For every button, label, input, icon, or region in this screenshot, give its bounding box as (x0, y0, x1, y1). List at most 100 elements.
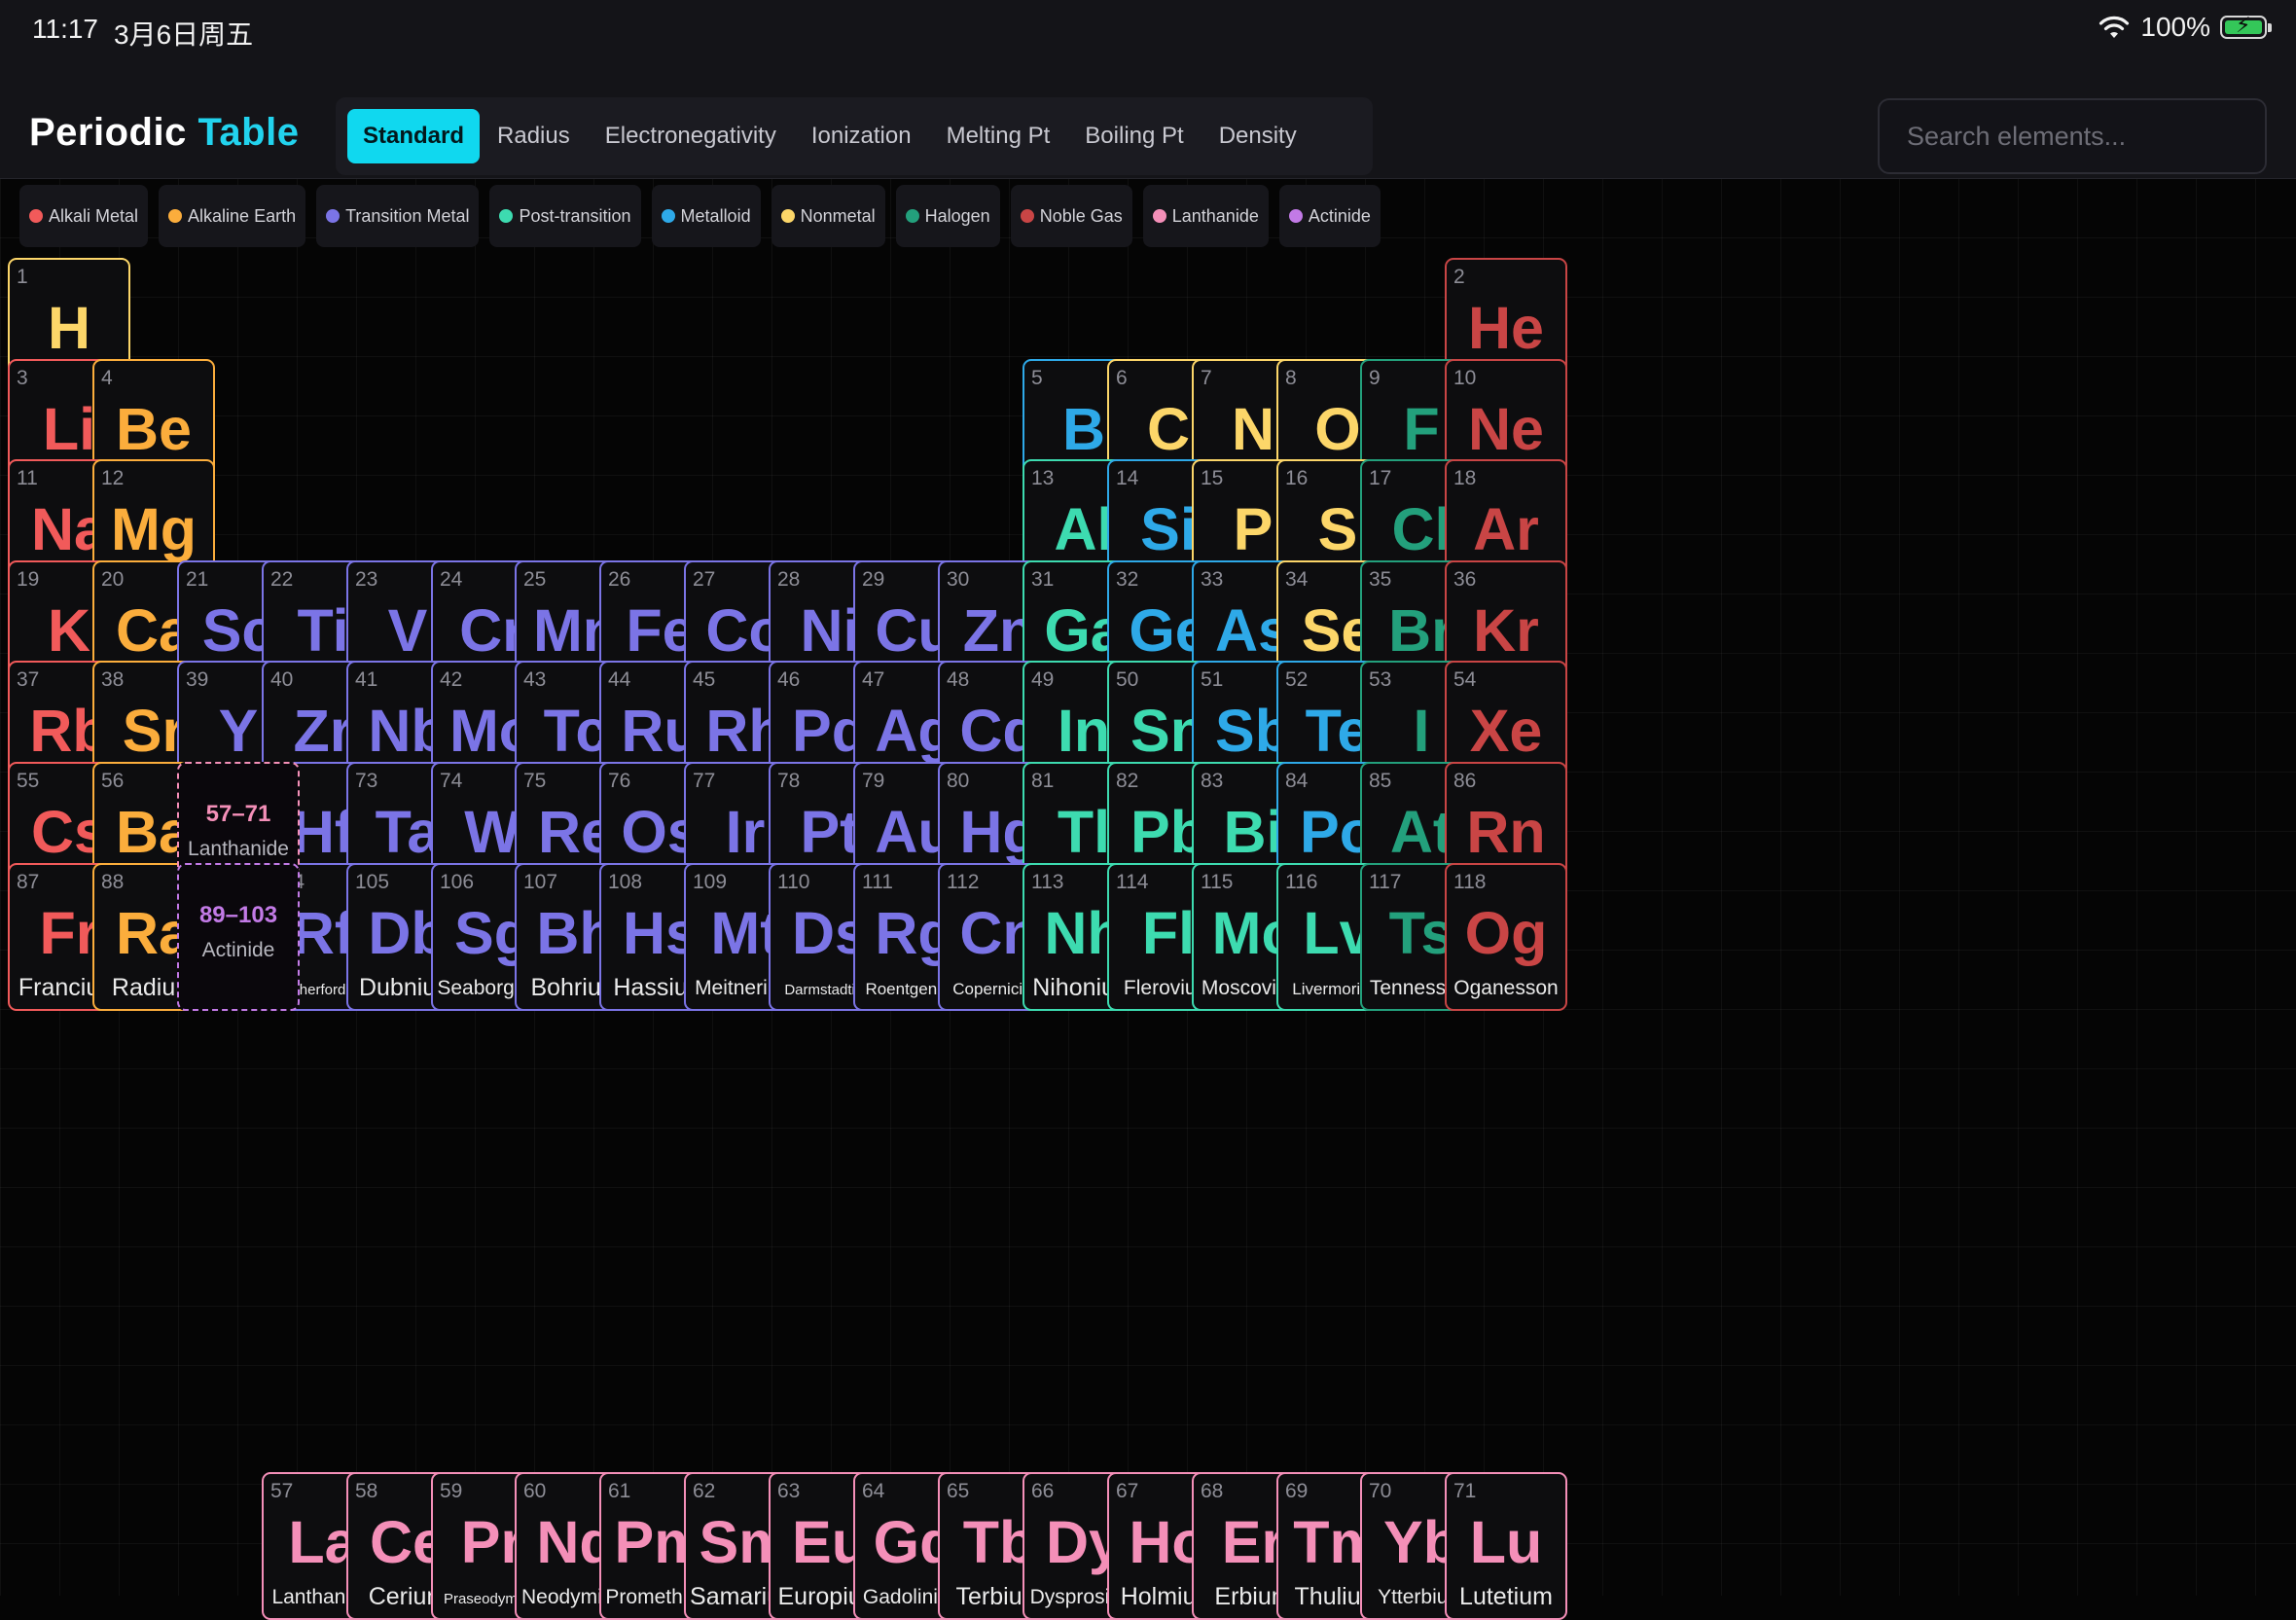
legend-chip-lanthanide[interactable]: Lanthanide (1142, 185, 1269, 247)
legend-chip-halogen[interactable]: Halogen (895, 185, 1000, 247)
legend-dot-icon (499, 209, 514, 223)
battery-percent: 100% (2140, 12, 2210, 42)
atomic-number: 3 (17, 367, 28, 389)
atomic-number: 38 (101, 668, 125, 691)
atomic-number: 4 (101, 367, 113, 389)
atomic-number: 43 (523, 668, 547, 691)
atomic-number: 75 (523, 770, 547, 792)
legend-label: Actinide (1308, 205, 1371, 226)
atomic-number: 42 (440, 668, 463, 691)
atomic-number: 51 (1201, 668, 1224, 691)
atomic-number: 50 (1116, 668, 1139, 691)
atomic-number: 73 (355, 770, 378, 792)
element-oganesson[interactable]: 118 Og Oganesson (1445, 863, 1567, 1011)
legend-chip-alkali[interactable]: Alkali Metal (19, 185, 149, 247)
element-symbol: Ar (1473, 496, 1539, 562)
legend-chip-post[interactable]: Post-transition (489, 185, 641, 247)
atomic-number: 33 (1201, 568, 1224, 591)
status-indicators: 100% ⚡ (2098, 12, 2272, 43)
atomic-number: 46 (777, 668, 801, 691)
atomic-number: 106 (440, 871, 475, 893)
legend-label: Nonmetal (800, 205, 876, 226)
search-input[interactable] (1878, 98, 2267, 174)
atomic-number: 49 (1031, 668, 1055, 691)
battery-icon: ⚡ (2220, 15, 2272, 39)
tab-boiling-pt[interactable]: Boiling Pt (1067, 109, 1201, 163)
atomic-number: 66 (1031, 1480, 1055, 1502)
atomic-number: 41 (355, 668, 378, 691)
atomic-number: 82 (1116, 770, 1139, 792)
tab-standard[interactable]: Standard (347, 109, 481, 163)
atomic-number: 30 (947, 568, 970, 591)
atomic-number: 15 (1201, 467, 1224, 489)
atomic-number: 65 (947, 1480, 970, 1502)
legend-chip-noble[interactable]: Noble Gas (1010, 185, 1132, 247)
atomic-number: 1 (17, 266, 28, 288)
tab-ionization[interactable]: Ionization (794, 109, 929, 163)
atomic-number: 67 (1116, 1480, 1139, 1502)
atomic-number: 24 (440, 568, 463, 591)
atomic-number: 26 (608, 568, 631, 591)
element-symbol: Og (1464, 900, 1548, 966)
atomic-number: 58 (355, 1480, 378, 1502)
legend-dot-icon (905, 209, 919, 223)
app-title-part1: Periodic (29, 111, 187, 154)
atomic-number: 56 (101, 770, 125, 792)
atomic-number: 7 (1201, 367, 1212, 389)
element-name: Oganesson (1453, 977, 1559, 999)
actinide-series-placeholder[interactable]: 89–103 Actinide (177, 863, 300, 1011)
atomic-number: 114 (1116, 871, 1149, 893)
legend-chip-alkaline[interactable]: Alkaline Earth (159, 185, 306, 247)
legend-dot-icon (29, 209, 43, 223)
series-range: 57–71 (205, 801, 271, 827)
tab-melting-pt[interactable]: Melting Pt (929, 109, 1068, 163)
legend-chip-actinide[interactable]: Actinide (1278, 185, 1381, 247)
atomic-number: 53 (1369, 668, 1392, 691)
legend-chip-nonmetal[interactable]: Nonmetal (771, 185, 885, 247)
atomic-number: 12 (101, 467, 125, 489)
element-symbol: H (47, 295, 91, 361)
atomic-number: 39 (186, 668, 209, 691)
atomic-number: 5 (1031, 367, 1043, 389)
atomic-number: 110 (777, 871, 810, 893)
legend-dot-icon (168, 209, 183, 223)
atomic-number: 68 (1201, 1480, 1224, 1502)
element-lutetium[interactable]: 71 Lu Lutetium (1445, 1472, 1567, 1620)
status-time: 11:17 (32, 14, 98, 44)
legend-dot-icon (780, 209, 795, 223)
element-symbol: Mg (110, 496, 197, 562)
legend-label: Metalloid (680, 205, 751, 226)
atomic-number: 62 (693, 1480, 716, 1502)
series-range: 89–103 (198, 902, 278, 928)
atomic-number: 76 (608, 770, 631, 792)
legend-dot-icon (1020, 209, 1034, 223)
legend-label: Lanthanide (1171, 205, 1259, 226)
tab-density[interactable]: Density (1202, 109, 1314, 163)
atomic-number: 14 (1116, 467, 1139, 489)
atomic-number: 74 (440, 770, 463, 792)
atomic-number: 87 (17, 871, 40, 893)
atomic-number: 19 (17, 568, 40, 591)
tab-electronegativity[interactable]: Electronegativity (588, 109, 794, 163)
app-title: Periodic Table (29, 111, 299, 155)
legend-label: Noble Gas (1039, 205, 1123, 226)
legend-chip-metalloid[interactable]: Metalloid (651, 185, 761, 247)
legend-chip-transition[interactable]: Transition Metal (316, 185, 480, 247)
atomic-number: 45 (693, 668, 716, 691)
atomic-number: 20 (101, 568, 125, 591)
element-symbol: Xe (1469, 698, 1543, 764)
element-symbol: He (1468, 295, 1544, 361)
element-symbol: Be (116, 396, 192, 462)
atomic-number: 35 (1369, 568, 1392, 591)
atomic-number: 108 (608, 871, 643, 893)
atomic-number: 111 (862, 871, 893, 893)
atomic-number: 23 (355, 568, 378, 591)
series-label: Actinide (201, 939, 275, 961)
atomic-number: 69 (1285, 1480, 1309, 1502)
legend-label: Post-transition (519, 205, 631, 226)
tab-radius[interactable]: Radius (480, 109, 588, 163)
atomic-number: 52 (1285, 668, 1309, 691)
atomic-number: 47 (862, 668, 885, 691)
atomic-number: 55 (17, 770, 40, 792)
atomic-number: 78 (777, 770, 801, 792)
